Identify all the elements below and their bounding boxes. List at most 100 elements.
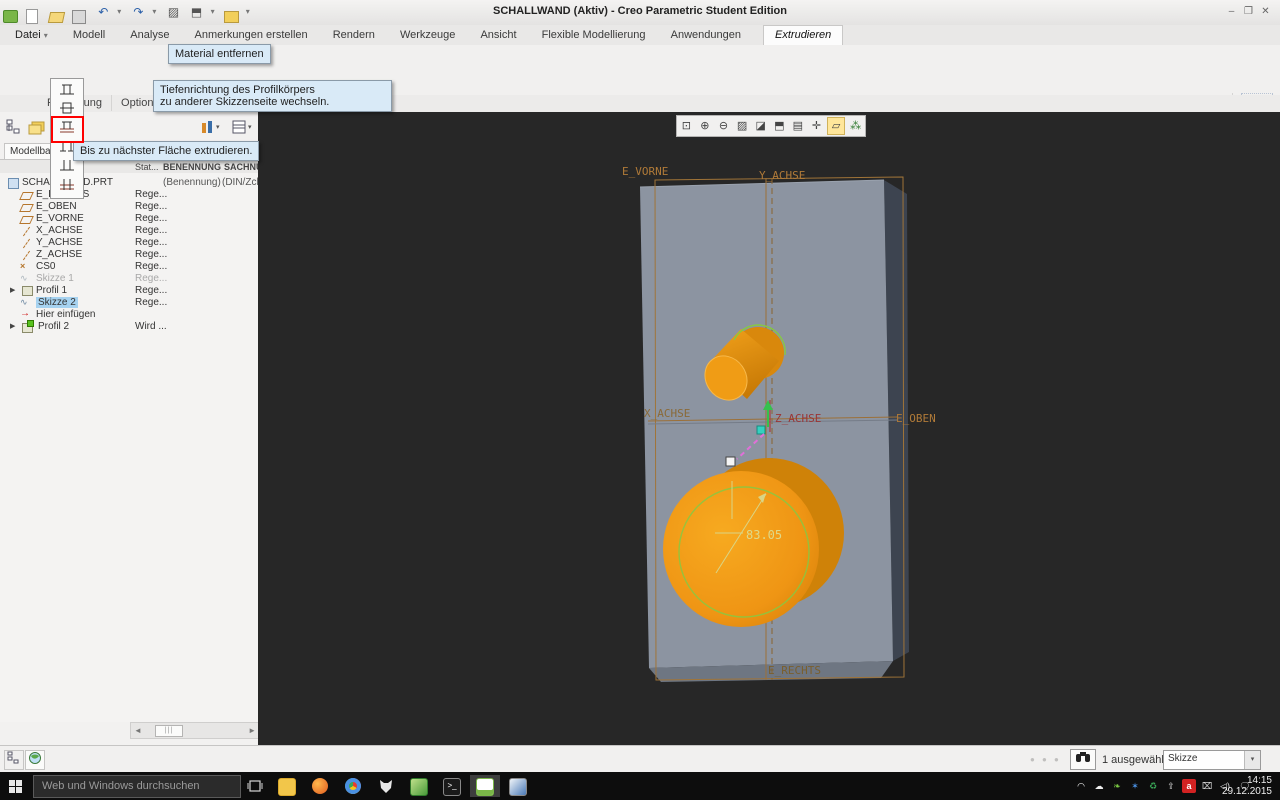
label-x-achse[interactable]: X_ACHSE	[644, 407, 690, 420]
ribbon-tab-row: Datei ▾ Modell Analyse Anmerkungen erste…	[0, 25, 1280, 65]
tray-update-icon[interactable]: ♻	[1146, 779, 1160, 793]
tree-columns-icon[interactable]	[232, 119, 246, 138]
tray-sync-icon[interactable]: ✶	[1128, 779, 1142, 793]
tab-extrudieren[interactable]: Extrudieren	[763, 25, 844, 45]
tree-toggle-icon[interactable]	[4, 750, 24, 770]
label-e-oben[interactable]: E_OBEN	[896, 412, 936, 425]
datum-planes-toggle-icon[interactable]: ▱	[826, 117, 846, 135]
tree-row-plane[interactable]: E_RECHTS Rege...	[0, 189, 258, 201]
selection-filter-combo[interactable]: Skizze ▾	[1163, 750, 1261, 770]
tray-network-icon[interactable]: ⌧	[1200, 779, 1214, 793]
paint-app-icon[interactable]	[503, 775, 533, 797]
clock-time: 14:15	[1246, 775, 1272, 786]
column-stat[interactable]: Stat...	[135, 162, 159, 172]
web-browser-icon[interactable]	[25, 750, 45, 770]
datum-axes-toggle-icon[interactable]: ✛	[808, 118, 825, 134]
selection-filter-dropdown-icon[interactable]: ▾	[1244, 751, 1260, 769]
minimize-button[interactable]: –	[1223, 6, 1240, 19]
maximize-button[interactable]: ❐	[1240, 6, 1257, 19]
large-cylinder[interactable]	[663, 471, 819, 627]
label-z-achse[interactable]: Z_ACHSE	[775, 412, 821, 425]
label-y-achse[interactable]: Y_ACHSE	[759, 169, 805, 182]
expand-icon[interactable]: ▶	[10, 286, 15, 294]
chrome-icon[interactable]	[338, 775, 368, 797]
repaint-icon[interactable]: ▨	[734, 118, 751, 134]
tab-anmerkungen[interactable]: Anmerkungen erstellen	[184, 26, 319, 45]
status-bar: ● ● ● 1 ausgewählt Skizze ▾	[0, 745, 1280, 773]
selection-count: 1 ausgewählt	[1102, 754, 1167, 766]
scrollbar-thumb[interactable]: |||	[155, 725, 183, 737]
depth-blind-option[interactable]	[51, 79, 83, 98]
model-tree: SCHALLWAND.PRT (Benennung) (DIN/Zchnr E_…	[0, 173, 258, 722]
tree-row-csys[interactable]: × CS0 Rege...	[0, 261, 258, 273]
scroll-right-icon[interactable]: ►	[248, 726, 256, 735]
taskbar-search-box[interactable]: Web und Windows durchsuchen	[33, 775, 241, 798]
depth-through-all-option[interactable]	[51, 174, 83, 193]
tray-usb-icon[interactable]: ⇪	[1164, 779, 1178, 793]
tree-row-profil2[interactable]: ▶ Profil 2 Wird ...	[0, 320, 258, 333]
display-style-icon[interactable]: ◪	[752, 118, 769, 134]
start-button[interactable]	[9, 780, 22, 793]
anchor-handle[interactable]	[756, 425, 766, 435]
tree-row-profil1[interactable]: ▶ Profil 1 Rege...	[0, 285, 258, 297]
view-manager-icon[interactable]: ▤	[790, 118, 807, 134]
label-e-rechts[interactable]: E_RECHTS	[768, 664, 821, 677]
column-benennung[interactable]: BENENNUNG	[163, 162, 221, 172]
tree-row-part[interactable]: SCHALLWAND.PRT (Benennung) (DIN/Zchnr	[0, 177, 258, 189]
tree-horizontal-scrollbar[interactable]: ◄ ||| ►	[130, 722, 260, 739]
new-feature-badge	[27, 320, 34, 327]
zoom-in-icon[interactable]: ⊕	[697, 118, 714, 134]
tab-modell[interactable]: Modell	[62, 26, 116, 45]
tree-row-sketch-hidden[interactable]: ∿ Skizze 1 Rege...	[0, 273, 258, 285]
saved-orientations-icon[interactable]: ⬒	[771, 118, 788, 134]
photos-app-icon[interactable]	[404, 775, 434, 797]
tree-row-skizze2-selected[interactable]: ∿ Skizze 2 Rege...	[0, 297, 258, 309]
csys-toggle-icon[interactable]: ⁂	[847, 118, 864, 134]
tree-settings-dropdown-icon[interactable]: ▾	[216, 123, 220, 131]
record-indicator-icon: ●	[1054, 755, 1059, 764]
depth-symmetric-option[interactable]	[51, 98, 83, 117]
tab-ansicht[interactable]: Ansicht	[469, 26, 527, 45]
creo-taskbar-icon[interactable]	[470, 775, 500, 797]
tab-analyse[interactable]: Analyse	[119, 26, 180, 45]
graphics-toolbar: ⊡ ⊕ ⊖ ▨ ◪ ⬒ ▤ ✛ ▱ ⁂	[676, 115, 866, 137]
tab-rendern[interactable]: Rendern	[322, 26, 386, 45]
tray-avira-icon[interactable]: a	[1182, 779, 1196, 793]
close-button[interactable]: ✕	[1257, 6, 1274, 19]
tab-datei[interactable]: Datei ▾	[4, 26, 59, 45]
find-binoculars-icon[interactable]	[1070, 749, 1096, 770]
taskbar-clock[interactable]: 14:15 29.12.2015	[1222, 775, 1272, 797]
graphics-area[interactable]: 83.05 E_VORNE Y_ACHSE X_ACHSE Z_ACHSE E_…	[258, 112, 1280, 745]
tree-columns-dropdown-icon[interactable]: ▾	[248, 123, 252, 131]
file-explorer-icon[interactable]	[272, 775, 302, 797]
label-e-vorne[interactable]: E_VORNE	[622, 165, 668, 178]
diameter-dimension[interactable]: 83.05	[746, 528, 782, 542]
expand-icon[interactable]: ▶	[10, 322, 15, 330]
tab-flexible-modellierung[interactable]: Flexible Modellierung	[531, 26, 657, 45]
tab-anwendungen[interactable]: Anwendungen	[660, 26, 752, 45]
depth-drag-handle[interactable]	[725, 456, 736, 467]
tree-row-axis[interactable]: Z_ACHSE Rege...	[0, 249, 258, 261]
folder-browser-icon[interactable]	[28, 119, 46, 138]
tree-row-insert-here[interactable]: → Hier einfügen	[0, 308, 258, 321]
tray-alienware-icon[interactable]: ◠	[1074, 779, 1088, 793]
annotation-highlight-box	[51, 116, 84, 143]
firefox-icon[interactable]	[305, 775, 335, 797]
tree-row-axis[interactable]: Y_ACHSE Rege...	[0, 237, 258, 249]
tree-row-plane[interactable]: E_OBEN Rege...	[0, 201, 258, 213]
task-view-icon[interactable]	[240, 775, 270, 797]
fox-app-icon[interactable]	[371, 775, 401, 797]
zoom-out-icon[interactable]: ⊖	[715, 118, 732, 134]
scroll-left-icon[interactable]: ◄	[134, 726, 142, 735]
tab-werkzeuge[interactable]: Werkzeuge	[389, 26, 466, 45]
tree-settings-icon[interactable]	[200, 119, 214, 138]
command-prompt-icon[interactable]: >_	[437, 775, 467, 797]
zoom-fit-icon[interactable]: ⊡	[678, 118, 695, 134]
column-sachnummer[interactable]: SACHNUMMER	[224, 162, 258, 172]
datei-dropdown-icon: ▾	[43, 31, 48, 40]
tree-row-axis[interactable]: X_ACHSE Rege...	[0, 225, 258, 237]
tray-leaf-icon[interactable]: ❧	[1110, 779, 1124, 793]
tree-view-icon[interactable]	[6, 119, 22, 138]
tray-cloud-icon[interactable]: ☁	[1092, 779, 1106, 793]
tree-row-plane[interactable]: E_VORNE Rege...	[0, 213, 258, 225]
